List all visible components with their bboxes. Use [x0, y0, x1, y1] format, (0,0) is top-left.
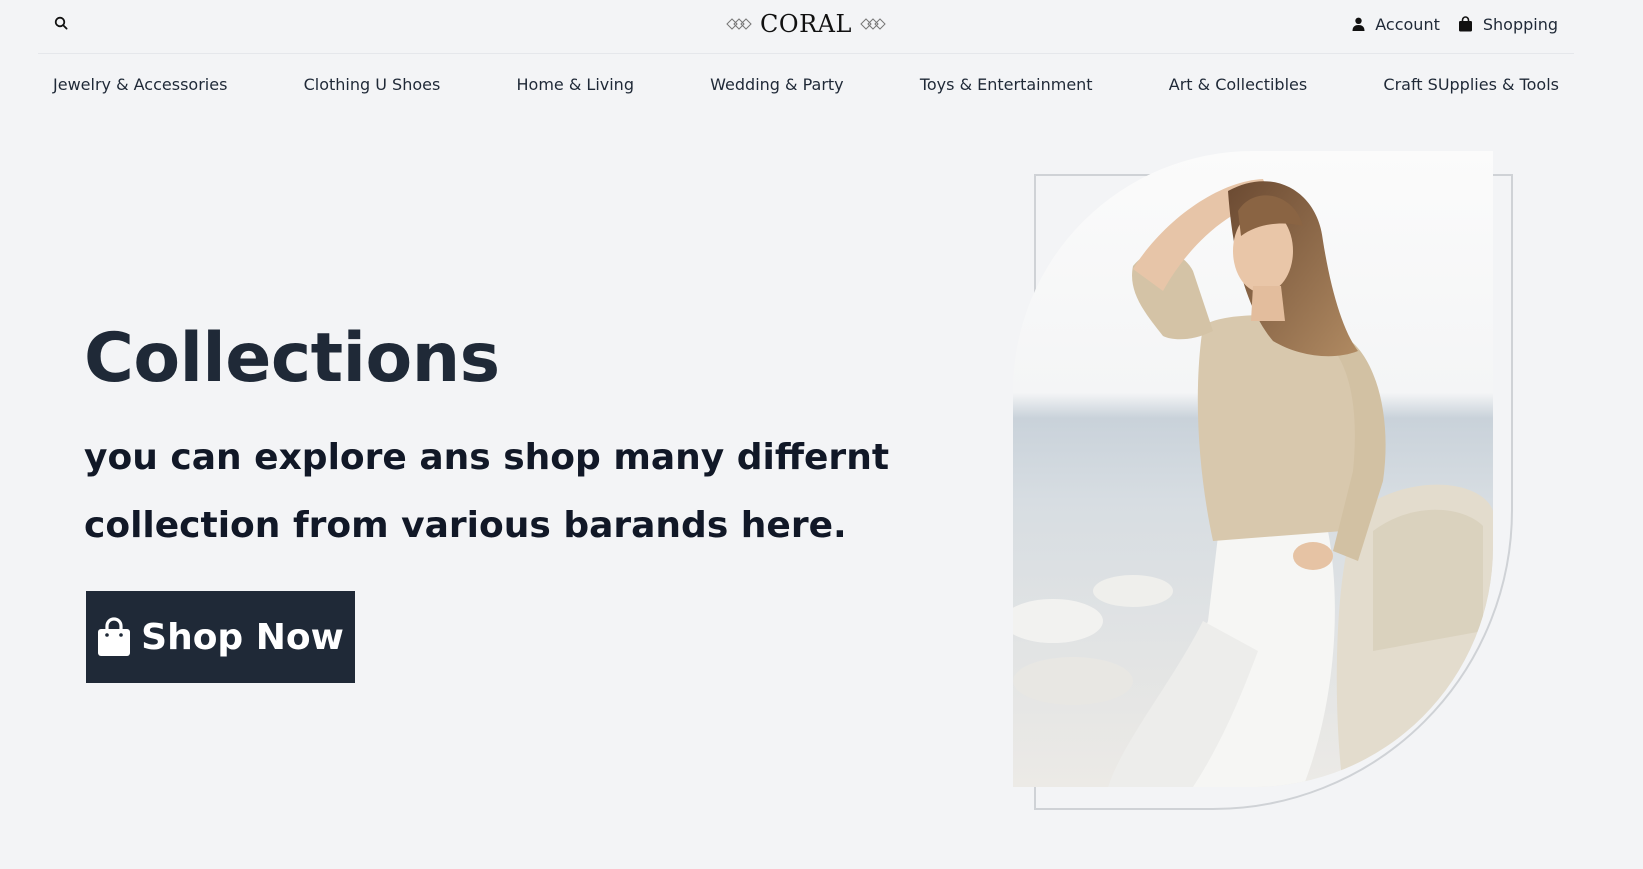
- shopping-bag-icon: [1458, 16, 1472, 32]
- site-header: CORAL Account Shopping: [38, 0, 1574, 54]
- shop-now-button[interactable]: Shop Now: [86, 591, 355, 683]
- logo-ornament-icon: [860, 18, 886, 30]
- header-actions: Account Shopping: [1352, 12, 1558, 36]
- category-jewelry-accessories[interactable]: Jewelry & Accessories: [53, 75, 227, 94]
- logo-text: CORAL: [760, 10, 852, 38]
- shopping-bag-icon: [98, 617, 131, 656]
- category-home-living[interactable]: Home & Living: [517, 75, 634, 94]
- user-icon: [1352, 17, 1365, 31]
- page: CORAL Account Shopping Jewelry & Accesso…: [0, 0, 1643, 869]
- hero-photo: [1013, 151, 1493, 787]
- hero-title: Collections: [84, 319, 500, 398]
- category-toys-entertainment[interactable]: Toys & Entertainment: [920, 75, 1093, 94]
- hero-subtitle: you can explore ans shop many differnt c…: [84, 437, 890, 546]
- search-button[interactable]: [52, 14, 70, 32]
- account-link[interactable]: Account: [1352, 15, 1440, 34]
- category-nav: Jewelry & Accessories Clothing U Shoes H…: [53, 69, 1559, 99]
- shopping-link[interactable]: Shopping: [1458, 15, 1558, 34]
- category-wedding-party[interactable]: Wedding & Party: [710, 75, 843, 94]
- category-clothing-shoes[interactable]: Clothing U Shoes: [304, 75, 441, 94]
- account-label: Account: [1375, 14, 1440, 34]
- category-craft-supplies-tools[interactable]: Craft SUpplies & Tools: [1383, 75, 1559, 94]
- search-icon: [54, 16, 68, 30]
- shop-now-label: Shop Now: [141, 616, 344, 658]
- logo-ornament-icon: [726, 18, 752, 30]
- logo[interactable]: CORAL: [716, 6, 896, 42]
- shopping-label: Shopping: [1482, 14, 1558, 34]
- category-art-collectibles[interactable]: Art & Collectibles: [1169, 75, 1307, 94]
